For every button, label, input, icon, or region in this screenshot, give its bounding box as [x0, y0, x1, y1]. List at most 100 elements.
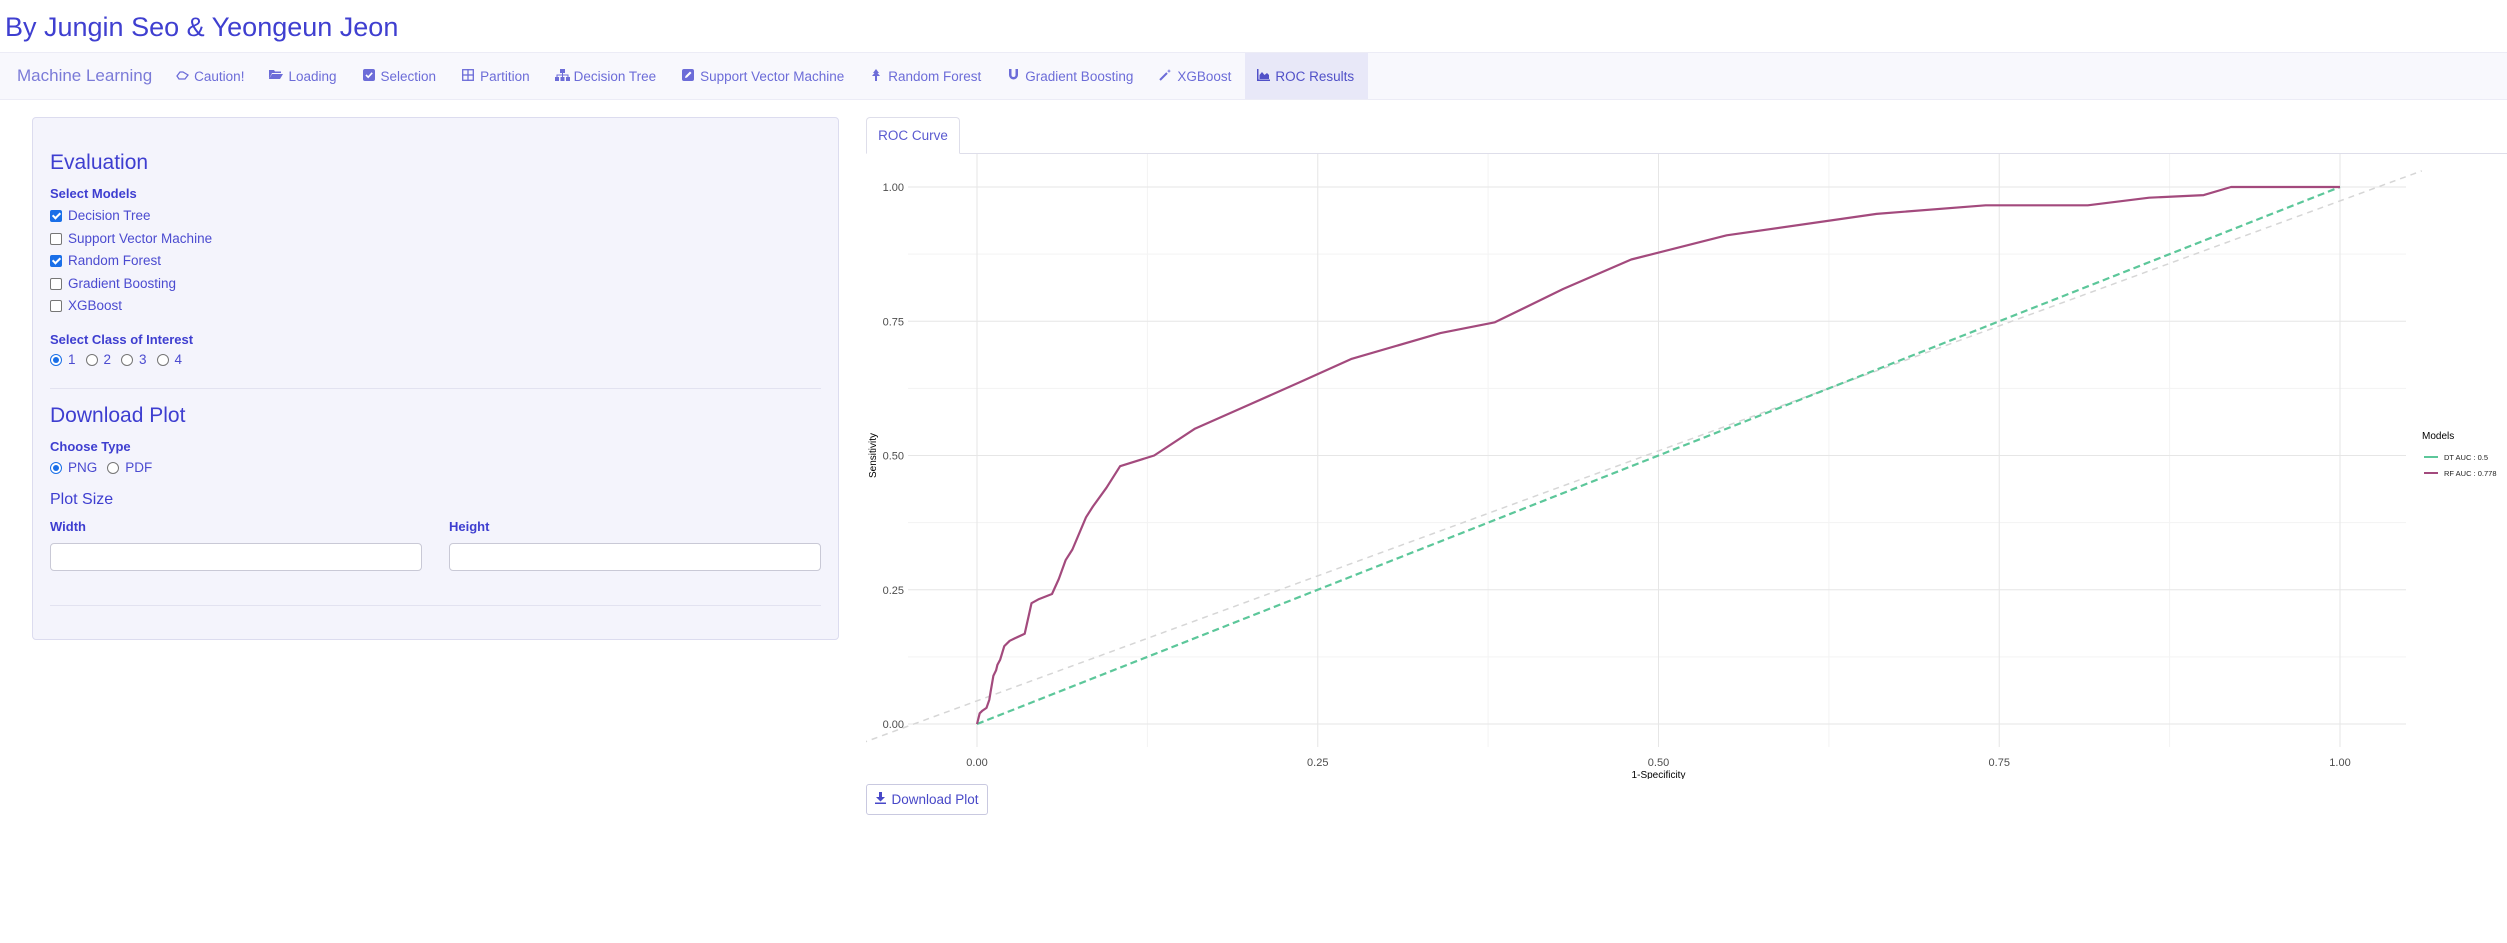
edit-square-icon	[681, 68, 695, 84]
radio-label: 3	[139, 352, 147, 367]
download-icon	[875, 792, 887, 807]
legend-label-0: DT AUC : 0.5	[2444, 453, 2488, 462]
nav-item-random-forest[interactable]: Random Forest	[858, 53, 995, 99]
model-checkbox-svm[interactable]: Support Vector Machine	[50, 231, 212, 246]
nav-item-loading[interactable]: Loading	[258, 53, 350, 99]
y-tick-label: 0.25	[883, 585, 904, 597]
class-radio-4[interactable]: 4	[156, 352, 183, 367]
x-axis-label: 1-Specificity	[1632, 770, 1686, 779]
y-tick-label: 0.75	[883, 316, 904, 328]
download-button-label: Download Plot	[891, 792, 979, 807]
x-tick-label: 1.00	[2329, 757, 2350, 769]
model-checkbox-random-forest[interactable]: Random Forest	[50, 253, 161, 268]
model-checkbox-xgboost[interactable]: XGBoost	[50, 298, 122, 313]
class-of-interest-label: Select Class of Interest	[50, 332, 194, 347]
nav-item-gradient-boosting[interactable]: Gradient Boosting	[995, 53, 1147, 99]
navbar: Machine Learning Caution! Loading Select…	[0, 52, 2507, 100]
radio[interactable]	[50, 461, 62, 474]
download-plot-title: Download Plot	[50, 404, 186, 427]
chart-area-icon	[1256, 68, 1270, 84]
select-models-label: Select Models	[50, 186, 137, 201]
radio-label: 4	[174, 352, 183, 367]
x-tick-label: 0.75	[1989, 757, 2010, 769]
type-radio-pdf[interactable]: PDF	[107, 460, 152, 475]
radio-label: PNG	[68, 460, 98, 475]
checkbox[interactable]	[50, 209, 62, 222]
hand-icon	[175, 69, 189, 84]
nav-item-partition[interactable]: Partition	[450, 53, 544, 99]
x-tick-label: 0.00	[966, 757, 987, 769]
class-radio-group: 1 2 3 4	[50, 352, 192, 367]
height-label: Height	[449, 519, 490, 534]
nav-label: Loading	[288, 68, 337, 84]
radio[interactable]	[121, 353, 134, 366]
nav-item-caution[interactable]: Caution!	[164, 53, 258, 99]
checkbox[interactable]	[50, 277, 62, 290]
nav-label: Selection	[380, 68, 437, 84]
class-radio-1[interactable]: 1	[50, 352, 76, 367]
sitemap-icon	[554, 68, 570, 84]
model-checkbox-decision-tree[interactable]: Decision Tree	[50, 208, 151, 223]
check-square-icon	[362, 68, 376, 84]
nav-label: Support Vector Machine	[700, 68, 845, 84]
nav-label: ROC Results	[1275, 68, 1355, 84]
app-title: By Jungin Seo & Yeongeun Jeon	[5, 12, 399, 42]
checkbox-label: Gradient Boosting	[68, 276, 177, 291]
wand-icon	[1158, 68, 1172, 84]
magnet-icon	[1006, 68, 1020, 84]
evaluation-title: Evaluation	[50, 151, 149, 174]
choose-type-label: Choose Type	[50, 439, 131, 454]
legend-title: Models	[2422, 431, 2454, 442]
divider	[50, 388, 821, 389]
tree-icon	[869, 68, 883, 84]
class-radio-3[interactable]: 3	[121, 352, 147, 367]
nav-item-roc-results[interactable]: ROC Results	[1245, 53, 1369, 99]
folder-open-icon	[269, 69, 284, 83]
nav-label: Partition	[480, 68, 530, 84]
nav-item-svm[interactable]: Support Vector Machine	[670, 53, 858, 99]
nav-item-xgboost[interactable]: XGBoost	[1147, 53, 1245, 99]
nav-item-decision-tree[interactable]: Decision Tree	[544, 53, 671, 99]
checkbox[interactable]	[50, 299, 62, 312]
model-checkbox-gradient-boosting[interactable]: Gradient Boosting	[50, 276, 176, 291]
checkbox-label: Decision Tree	[68, 208, 151, 223]
checkbox-label: XGBoost	[68, 298, 123, 313]
radio-label: PDF	[125, 460, 153, 475]
nav-label: Random Forest	[888, 68, 982, 84]
checkbox-label: Support Vector Machine	[68, 231, 213, 246]
nav-item-selection[interactable]: Selection	[351, 53, 451, 99]
width-input[interactable]	[50, 543, 422, 571]
radio[interactable]	[50, 353, 62, 366]
download-plot-button[interactable]: Download Plot	[866, 784, 988, 815]
x-tick-label: 0.25	[1307, 757, 1328, 769]
nav-label: Decision Tree	[573, 68, 657, 84]
checkbox[interactable]	[50, 254, 62, 267]
y-tick-label: 1.00	[883, 182, 904, 194]
y-tick-label: 0.50	[883, 451, 904, 463]
divider	[50, 605, 821, 606]
nav-label: Gradient Boosting	[1025, 68, 1134, 84]
type-radio-group: PNG PDF	[50, 460, 162, 475]
navbar-brand[interactable]: Machine Learning	[0, 53, 164, 99]
x-tick-label: 0.50	[1648, 757, 1669, 769]
y-tick-label: 0.00	[883, 719, 904, 731]
radio[interactable]	[156, 353, 169, 366]
width-label: Width	[50, 519, 86, 534]
radio-label: 1	[68, 352, 76, 367]
class-radio-2[interactable]: 2	[85, 352, 112, 367]
y-axis-label: Sensitivity	[868, 433, 879, 478]
nav-label: Caution!	[194, 68, 245, 84]
roc-curve-plot: 0.00 0.25 0.50 0.75 1.00 0.00 0.25 0.50 0.75 1.00…	[866, 154, 2497, 779]
radio[interactable]	[107, 461, 120, 474]
type-radio-png[interactable]: PNG	[50, 460, 97, 475]
tab-roc-curve[interactable]: ROC Curve	[866, 117, 960, 154]
legend-label-1: RF AUC : 0.778	[2444, 469, 2497, 478]
radio-label: 2	[103, 352, 112, 367]
plot-size-title: Plot Size	[50, 491, 114, 508]
height-input[interactable]	[449, 543, 821, 571]
checkbox[interactable]	[50, 232, 62, 245]
radio[interactable]	[85, 353, 98, 366]
nav-label: XGBoost	[1177, 68, 1232, 84]
checkbox-label: Random Forest	[68, 253, 162, 268]
sidebar-panel: Evaluation Select Models Decision Tree S…	[32, 117, 839, 640]
